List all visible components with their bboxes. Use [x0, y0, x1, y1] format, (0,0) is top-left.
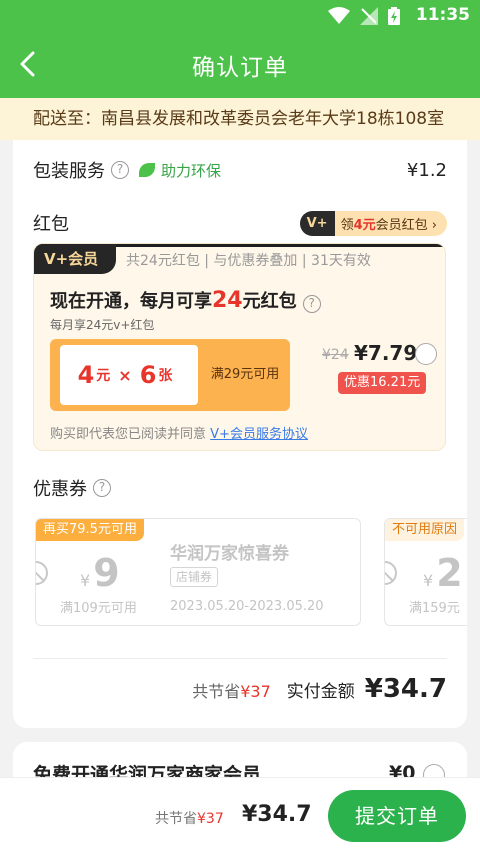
summary-save-amount: ¥37 [240, 682, 271, 701]
coupon-row: 优惠券 ? [33, 475, 111, 501]
coupon-label: 优惠券 [33, 479, 87, 500]
eco-badge: 助力环保 [139, 160, 221, 181]
agree-prefix: 购买即代表您已阅读并同意 [50, 427, 207, 442]
ticket-amount: 4 [77, 361, 95, 389]
coupon-card[interactable]: 再买79.5元可用 ¥ 9 满109元可用 华润万家惊喜券 店铺券 2023.0… [35, 518, 361, 626]
packaging-row: 包装服务 ? 助力环保 ¥1.2 [33, 155, 447, 185]
status-time: 11:35 [415, 5, 470, 25]
vip-select-radio[interactable] [415, 343, 437, 365]
summary-pay-label: 实付金额 [286, 682, 355, 702]
vip-agreement: 购买即代表您已阅读并同意 V+会员服务协议 [50, 423, 308, 442]
coupon-currency: ¥ [80, 571, 91, 590]
coupon-value: 9 [93, 551, 120, 595]
status-icons [328, 7, 400, 25]
coupon-condition: 满109元可用 [60, 601, 137, 616]
summary-pay-amount: ¥34.7 [364, 674, 447, 704]
vip-note: 每月享24元v+红包 [50, 318, 155, 332]
battery-icon [388, 7, 400, 25]
ticket-times: × [118, 365, 132, 385]
red-packet-label: 红包 [33, 214, 69, 235]
coupon-tag: 不可用原因 [385, 519, 465, 541]
ticket-inner: 4 元 × 6 张 [60, 345, 198, 405]
wifi-icon [328, 7, 350, 24]
no-signal-icon [360, 7, 378, 25]
ticket-unit: 元 [96, 368, 111, 384]
vip-badge: V+会员 [34, 244, 116, 274]
submit-order-button[interactable]: 提交订单 [328, 790, 466, 842]
order-card: 包装服务 ? 助力环保 ¥1.2 红包 V+ 领 4元 会员红包 › V+会员 … [13, 140, 467, 728]
bottom-save: 共节省¥37 [155, 808, 224, 828]
divider [33, 658, 447, 659]
vip-offer-box: V+会员 共24元红包 | 与优惠券叠加 | 31天有效 现在开通，每月可享 2… [33, 243, 446, 451]
unavailable-icon [385, 561, 397, 585]
bottom-save-prefix: 共节省 [155, 811, 197, 827]
vip-old-price: ¥24 [322, 347, 349, 363]
coupon-condition: 满159元 [409, 601, 460, 616]
leaf-icon [139, 163, 155, 177]
coupon-currency: ¥ [423, 571, 434, 590]
help-icon[interactable]: ? [93, 479, 111, 497]
help-icon[interactable]: ? [302, 295, 321, 313]
bottom-save-amount: ¥37 [197, 811, 224, 827]
eco-text: 助力环保 [161, 161, 222, 180]
red-packet-row: 红包 V+ 领 4元 会员红包 › [33, 210, 447, 236]
unavailable-icon [36, 561, 48, 585]
ticket-count-unit: 张 [158, 368, 173, 384]
coupon-value: 2 [436, 551, 463, 595]
packaging-price: ¥1.2 [406, 159, 447, 181]
packaging-label: 包装服务 [33, 161, 105, 182]
summary-save-prefix: 共节省 [192, 682, 241, 701]
vip-save-tag: 优惠16.21元 [338, 372, 427, 394]
vip-subtitle: 共24元红包 | 与优惠券叠加 | 31天有效 [126, 253, 371, 269]
vip-headline-prefix: 现在开通，每月可享 [50, 291, 212, 312]
header: 确认订单 [0, 32, 480, 98]
coupon-card[interactable]: 不可用原因 ¥ 2 满159元 [384, 518, 467, 626]
ticket-count: 6 [139, 361, 157, 389]
pill-text-suffix: 会员红包 › [375, 217, 437, 233]
claim-vip-red-packet-button[interactable]: V+ 领 4元 会员红包 › [299, 210, 447, 236]
vip-new-price: ¥7.79 [354, 341, 418, 365]
coupon-tag: 再买79.5元可用 [36, 519, 144, 541]
vip-headline-suffix: 元红包 [242, 291, 297, 312]
vip-tag: V+ [299, 210, 335, 236]
vip-headline: 现在开通，每月可享 24 元红包 ? [50, 287, 321, 313]
ticket-condition: 满29元可用 [210, 367, 280, 382]
order-summary: 共节省¥37 实付金额 ¥34.7 [192, 674, 447, 704]
pill-text-prefix: 领 [340, 217, 354, 233]
help-icon[interactable]: ? [111, 161, 129, 179]
status-bar: 11:35 [0, 0, 480, 32]
coupon-name: 华润万家惊喜券 [170, 544, 289, 564]
vip-agreement-link[interactable]: V+会员服务协议 [210, 427, 308, 442]
coupon-date: 2023.05.20-2023.05.20 [170, 599, 324, 614]
summary-save: 共节省¥37 [192, 678, 271, 702]
bottom-total: ¥34.7 [242, 802, 312, 827]
vip-headline-amount: 24 [212, 288, 243, 313]
pill-text-amount: 4元 [353, 217, 376, 233]
delivery-address[interactable]: 配送至：南昌县发展和改革委员会老年大学18栋108室 [0, 98, 480, 140]
page-title: 确认订单 [192, 55, 288, 81]
bottom-bar: 共节省¥37 ¥34.7 提交订单 [0, 777, 480, 853]
coupon-amount: ¥ 2 [423, 551, 463, 595]
coupon-shop-tag: 店铺券 [170, 567, 219, 587]
coupon-amount: ¥ 9 [80, 551, 120, 595]
red-packet-ticket: 4 元 × 6 张 满29元可用 [50, 339, 290, 411]
